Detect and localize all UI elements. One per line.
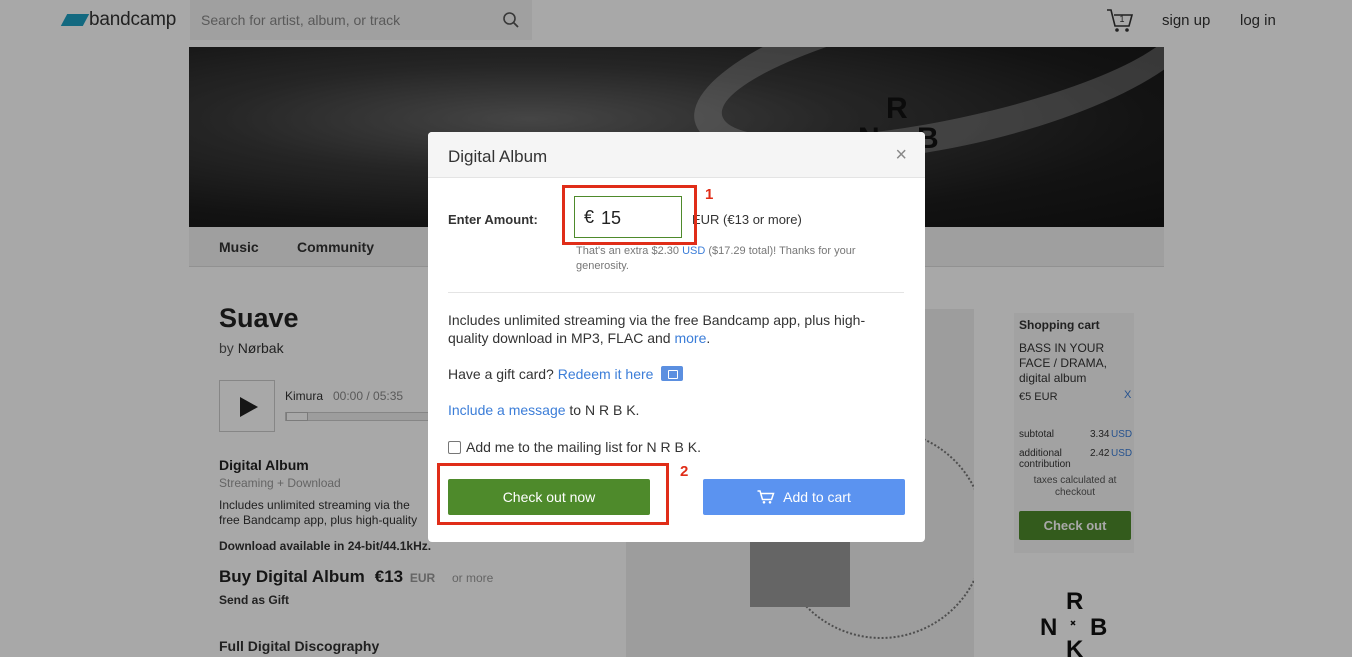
more-formats-link[interactable]: more [674,330,706,346]
amount-unit: EUR (€13 or more) [692,212,802,227]
annotation-box-1 [562,185,697,245]
usd-currency-link[interactable]: USD [682,245,705,257]
includes-text: Includes unlimited streaming via the fre… [448,311,888,347]
redeem-gift-card-link[interactable]: Redeem it here [558,366,654,382]
include-message-link[interactable]: Include a message [448,402,566,418]
gift-card-text: Have a gift card? [448,366,554,382]
dialog-title: Digital Album [448,147,548,166]
cart-icon [757,490,775,504]
annotation-box-2 [437,463,669,525]
dialog-header: Digital Album × [428,132,925,178]
dialog-divider [448,292,904,293]
extra-note-prefix: That's an extra $2.30 [576,245,679,257]
add-to-cart-label: Add to cart [783,489,851,505]
extra-contribution-note: That's an extra $2.30 USD ($17.29 total)… [576,244,896,274]
message-suffix: to N R B K. [569,402,640,418]
add-to-cart-button[interactable]: Add to cart [703,479,905,515]
annotation-label-1: 1 [705,186,714,203]
mailing-list-label[interactable]: Add me to the mailing list for N R B K. [466,438,701,456]
annotation-label-2: 2 [680,463,689,480]
message-row: Include a message to N R B K. [448,401,639,419]
includes-body: Includes unlimited streaming via the fre… [448,312,866,346]
mailing-list-checkbox[interactable] [448,441,461,454]
includes-end: . [706,330,711,346]
enter-amount-label: Enter Amount: [448,212,538,227]
gift-card-row: Have a gift card? Redeem it here [448,365,684,383]
close-icon[interactable]: × [895,145,907,165]
gift-card-icon[interactable] [661,366,684,381]
